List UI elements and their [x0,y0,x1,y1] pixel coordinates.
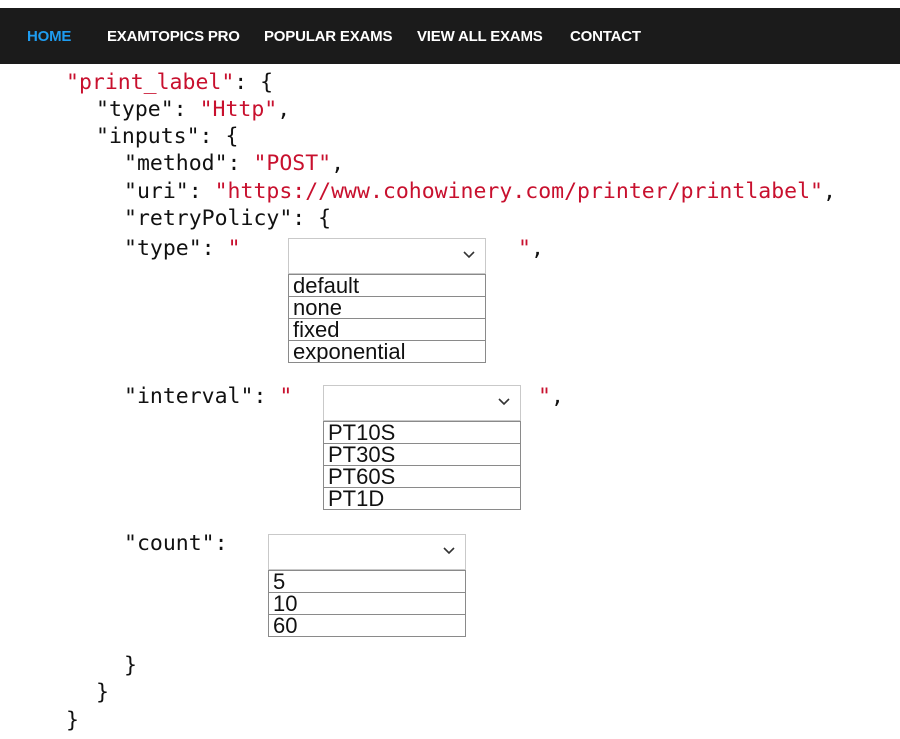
retry-type-key: "type": [124,236,228,261]
type-key: "type": [96,97,200,122]
nav-view-all-exams[interactable]: VIEW ALL EXAMS [417,28,543,45]
code-line-count: "count": [124,531,228,557]
retry-type-options: default none fixed exponential [288,274,486,363]
interval-option[interactable]: PT10S [324,421,520,443]
retry-policy-key: "retryPolicy": { [124,206,332,231]
nav-examtopics-pro[interactable]: EXAMTOPICS PRO [107,28,240,45]
retry-type-option[interactable]: default [289,274,485,296]
uri-value: "https://www.cohowinery.com/printer/prin… [214,179,823,204]
interval-comma: , [550,384,564,409]
count-option[interactable]: 5 [269,570,465,592]
nav-contact[interactable]: CONTACT [570,28,641,45]
code-line-print-label: "print_label": { [66,70,273,96]
method-comma: , [331,151,345,176]
code-line-interval: "interval": " [124,384,292,410]
count-select[interactable] [268,534,466,570]
count-dropdown: 5 10 60 [268,534,466,637]
closing-brace-print-label: } [66,708,79,733]
retry-type-close-quote: " [518,236,531,261]
code-line-retry-type-close: ", [518,236,544,262]
count-option[interactable]: 10 [269,592,465,614]
retry-type-select[interactable] [288,238,486,274]
interval-option[interactable]: PT60S [324,465,520,487]
print-label-brace: : { [234,70,274,95]
code-line-interval-close: ", [538,384,564,410]
type-comma: , [277,97,291,122]
top-strip [0,0,900,8]
retry-type-open-quote: " [227,236,241,261]
type-value: "Http" [199,97,278,122]
code-line-type: "type": "Http", [96,97,290,123]
count-options: 5 10 60 [268,570,466,637]
method-value: "POST" [253,151,332,176]
chevron-down-icon [463,251,475,259]
nav-popular-exams[interactable]: POPULAR EXAMS [264,28,392,45]
interval-select[interactable] [323,385,521,421]
uri-comma: , [822,179,836,204]
code-line-method: "method": "POST", [124,151,344,177]
closing-brace-inputs: } [96,680,109,705]
closing-brace-retry-policy: } [124,653,137,678]
retry-type-dropdown: default none fixed exponential [288,238,486,363]
print-label-key: "print_label" [66,70,235,95]
inputs-key: "inputs": { [96,124,239,149]
interval-open-quote: " [279,384,293,409]
code-line-retry-type: "type": " [124,236,241,262]
chevron-down-icon [498,398,510,406]
retry-type-option[interactable]: none [289,296,485,318]
count-key: "count": [124,531,228,556]
method-key: "method": [124,151,254,176]
retry-type-option[interactable]: exponential [289,340,485,362]
count-option[interactable]: 60 [269,614,465,636]
chevron-down-icon [443,547,455,555]
uri-key: "uri": [124,179,215,204]
interval-key: "interval": [124,384,280,409]
code-line-uri: "uri": "https://www.cohowinery.com/print… [124,179,836,205]
interval-option[interactable]: PT30S [324,443,520,465]
code-line-inputs: "inputs": { [96,124,238,150]
code-line-retry-policy: "retryPolicy": { [124,206,331,232]
interval-close-quote: " [538,384,551,409]
nav-home[interactable]: HOME [27,28,71,45]
retry-type-option[interactable]: fixed [289,318,485,340]
interval-option[interactable]: PT1D [324,487,520,509]
top-navbar: HOME EXAMTOPICS PRO POPULAR EXAMS VIEW A… [0,8,900,64]
interval-dropdown: PT10S PT30S PT60S PT1D [323,385,521,510]
retry-type-comma: , [530,236,544,261]
interval-options: PT10S PT30S PT60S PT1D [323,421,521,510]
